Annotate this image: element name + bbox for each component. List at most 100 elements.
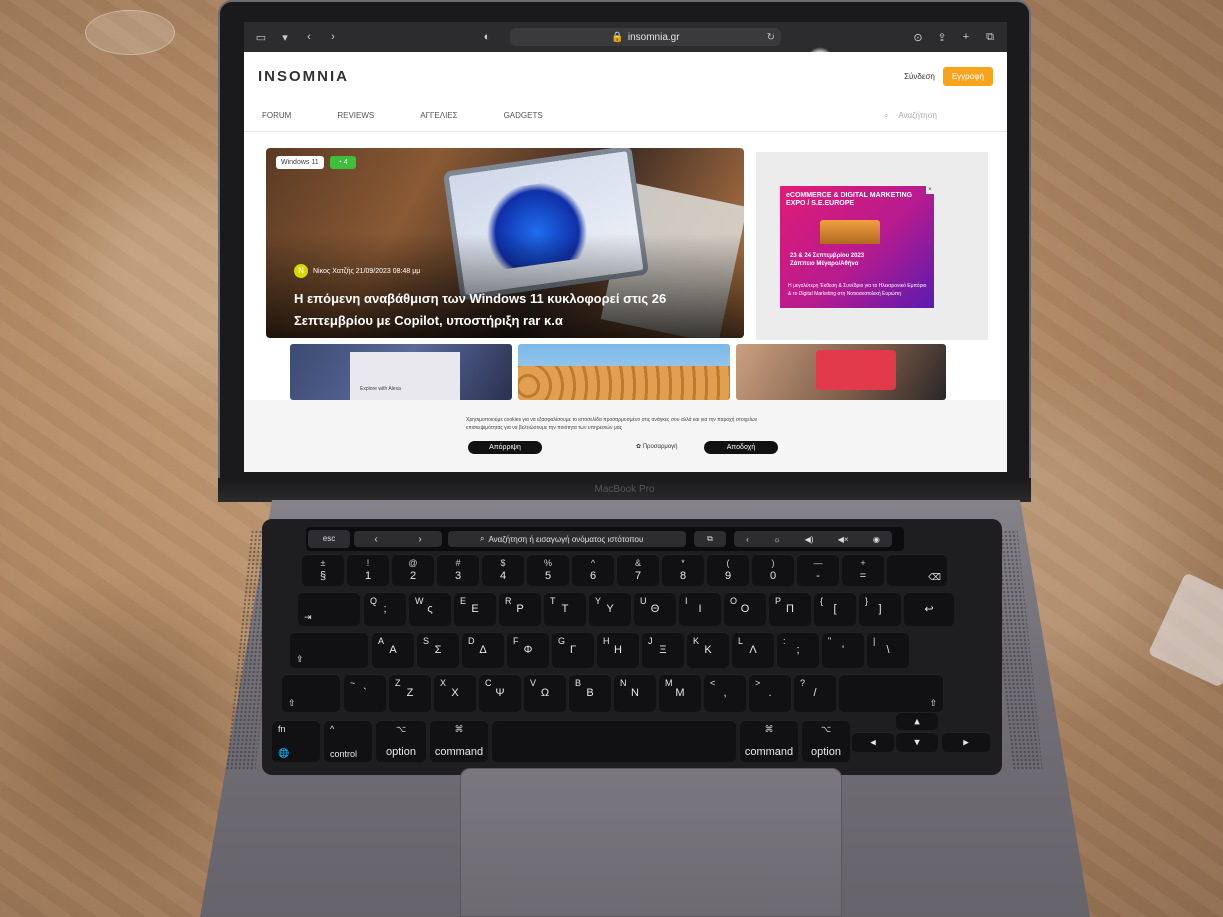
key[interactable]: * 8 — [662, 554, 704, 586]
key[interactable]: — - — [797, 554, 839, 586]
accept-button[interactable]: Αποδοχή — [704, 441, 778, 454]
key[interactable]: DΔ — [462, 632, 504, 668]
category-badge[interactable]: Windows 11 — [276, 156, 324, 169]
search-input[interactable]: Αναζήτηση — [898, 111, 937, 120]
fn-key[interactable]: fn 🌐 — [272, 720, 320, 762]
key[interactable]: MΜ — [659, 674, 701, 712]
touchbar-search[interactable]: ⌕ Αναζήτηση ή εισαγωγή ονόματος ιστότοπο… — [448, 531, 686, 547]
siri-icon[interactable]: ◉ — [873, 535, 880, 544]
key[interactable]: PΠ — [769, 592, 811, 626]
command-left-key[interactable]: ⌘ command — [430, 720, 488, 762]
key[interactable]: BΒ — [569, 674, 611, 712]
key[interactable]: NΝ — [614, 674, 656, 712]
article-thumb[interactable]: Explore with Alexa — [290, 344, 512, 400]
key[interactable]: FΦ — [507, 632, 549, 668]
key[interactable]: SΣ — [417, 632, 459, 668]
article-thumb[interactable] — [736, 344, 946, 400]
key[interactable]: AΑ — [372, 632, 414, 668]
key[interactable]: ? / — [794, 674, 836, 712]
new-tab-icon[interactable]: + — [959, 30, 973, 44]
comments-badge[interactable]: ◔ 4 — [329, 156, 356, 169]
sidebar-icon[interactable]: ▭ — [254, 30, 268, 44]
key[interactable]: }] — [859, 592, 901, 626]
mute-icon[interactable]: ◀× — [838, 535, 849, 544]
brightness-icon[interactable]: ☼ — [773, 535, 780, 544]
key[interactable]: % 5 — [527, 554, 569, 586]
touchbar-tabs[interactable]: ⧉ — [694, 531, 726, 547]
nav-item-aggelies[interactable]: ΑΓΓΕΛΙΕΣ — [420, 111, 457, 120]
key[interactable]: (9 — [707, 554, 749, 586]
key[interactable]: ! 1 — [347, 554, 389, 586]
key[interactable]: $4 — [482, 554, 524, 586]
key[interactable]: @2 — [392, 554, 434, 586]
key[interactable]: TΤ — [544, 592, 586, 626]
key[interactable]: JΞ — [642, 632, 684, 668]
key[interactable]: | \ — [867, 632, 909, 668]
key[interactable]: ± § — [302, 554, 344, 586]
back-icon[interactable]: ‹ — [374, 534, 377, 545]
nav-item-gadgets[interactable]: GADGETS — [504, 111, 543, 120]
key[interactable]: RΡ — [499, 592, 541, 626]
shift-right-key[interactable]: ⇧ — [839, 674, 943, 712]
key[interactable]: #3 — [437, 554, 479, 586]
space-bar[interactable] — [492, 720, 736, 762]
return-key[interactable]: ↩ — [904, 592, 954, 626]
nav-item-reviews[interactable]: REVIEWS — [337, 111, 374, 120]
key[interactable]: VΩ — [524, 674, 566, 712]
chevron-down-icon[interactable]: ▾ — [278, 30, 292, 44]
share-icon[interactable]: ⇪ — [935, 30, 949, 44]
volume-icon[interactable]: ◀) — [805, 535, 814, 544]
customize-button[interactable]: ✿ Προσαρμογή — [636, 443, 678, 450]
key[interactable]: ^ 6 — [572, 554, 614, 586]
login-link[interactable]: Σύνδεση — [904, 72, 935, 81]
control-key[interactable]: ^ control — [324, 720, 372, 762]
reject-button[interactable]: Απόρριψη — [468, 441, 542, 454]
nav-item-forum[interactable]: FORUM — [262, 111, 291, 120]
key[interactable]: + = — [842, 554, 884, 586]
key[interactable]: XΧ — [434, 674, 476, 712]
arrow-left-key[interactable]: ◂ — [852, 732, 894, 752]
arrow-right-key[interactable]: ▸ — [942, 732, 990, 752]
key[interactable]: >. — [749, 674, 791, 712]
key[interactable]: Wς — [409, 592, 451, 626]
ad-close-icon[interactable]: × — [926, 186, 934, 194]
collapse-icon[interactable]: ‹ — [746, 535, 749, 544]
site-logo[interactable]: INSOMNIA — [258, 68, 349, 85]
register-button[interactable]: Εγγραφή — [942, 66, 993, 86]
site-search[interactable]: ⌕ Αναζήτηση — [884, 111, 937, 121]
key[interactable]: EΕ — [454, 592, 496, 626]
key[interactable]: ) 0 — [752, 554, 794, 586]
key[interactable]: <, — [704, 674, 746, 712]
key[interactable]: IΙ — [679, 592, 721, 626]
delete-key[interactable]: ⌫ — [887, 554, 947, 586]
arrow-down-key[interactable]: ▾ — [896, 732, 938, 752]
command-right-key[interactable]: ⌘ command — [740, 720, 798, 762]
key[interactable]: HΗ — [597, 632, 639, 668]
tabs-overview-icon[interactable]: ⧉ — [983, 30, 997, 44]
key[interactable]: LΛ — [732, 632, 774, 668]
key[interactable]: OΟ — [724, 592, 766, 626]
key[interactable]: " ' — [822, 632, 864, 668]
forward-icon[interactable]: › — [418, 534, 421, 545]
caps-lock-key[interactable]: ⇪ — [290, 632, 368, 668]
address-bar[interactable]: 🔒 insomnia.gr ↻ — [510, 28, 781, 46]
forward-icon[interactable]: › — [326, 30, 340, 44]
key[interactable]: KΚ — [687, 632, 729, 668]
key[interactable]: ~ ` — [344, 674, 386, 712]
touchbar-controls[interactable]: ‹ ☼ ◀) ◀× ◉ — [734, 531, 892, 547]
touchbar-esc[interactable]: esc — [308, 530, 350, 548]
arrow-up-key[interactable]: ▴ — [896, 712, 938, 730]
key[interactable]: :; — [777, 632, 819, 668]
key[interactable]: Q; — [364, 592, 406, 626]
key[interactable]: {[ — [814, 592, 856, 626]
tab-key[interactable]: ⇥ — [298, 592, 360, 626]
key[interactable]: YΥ — [589, 592, 631, 626]
trackpad[interactable] — [460, 768, 842, 917]
key[interactable]: CΨ — [479, 674, 521, 712]
ad-banner[interactable]: × eCOMMERCE & DIGITAL MARKETING EXPO / S… — [780, 186, 934, 308]
key[interactable]: & 7 — [617, 554, 659, 586]
key[interactable]: ZΖ — [389, 674, 431, 712]
key[interactable]: GΓ — [552, 632, 594, 668]
article-thumb[interactable] — [518, 344, 730, 400]
key[interactable]: UΘ — [634, 592, 676, 626]
